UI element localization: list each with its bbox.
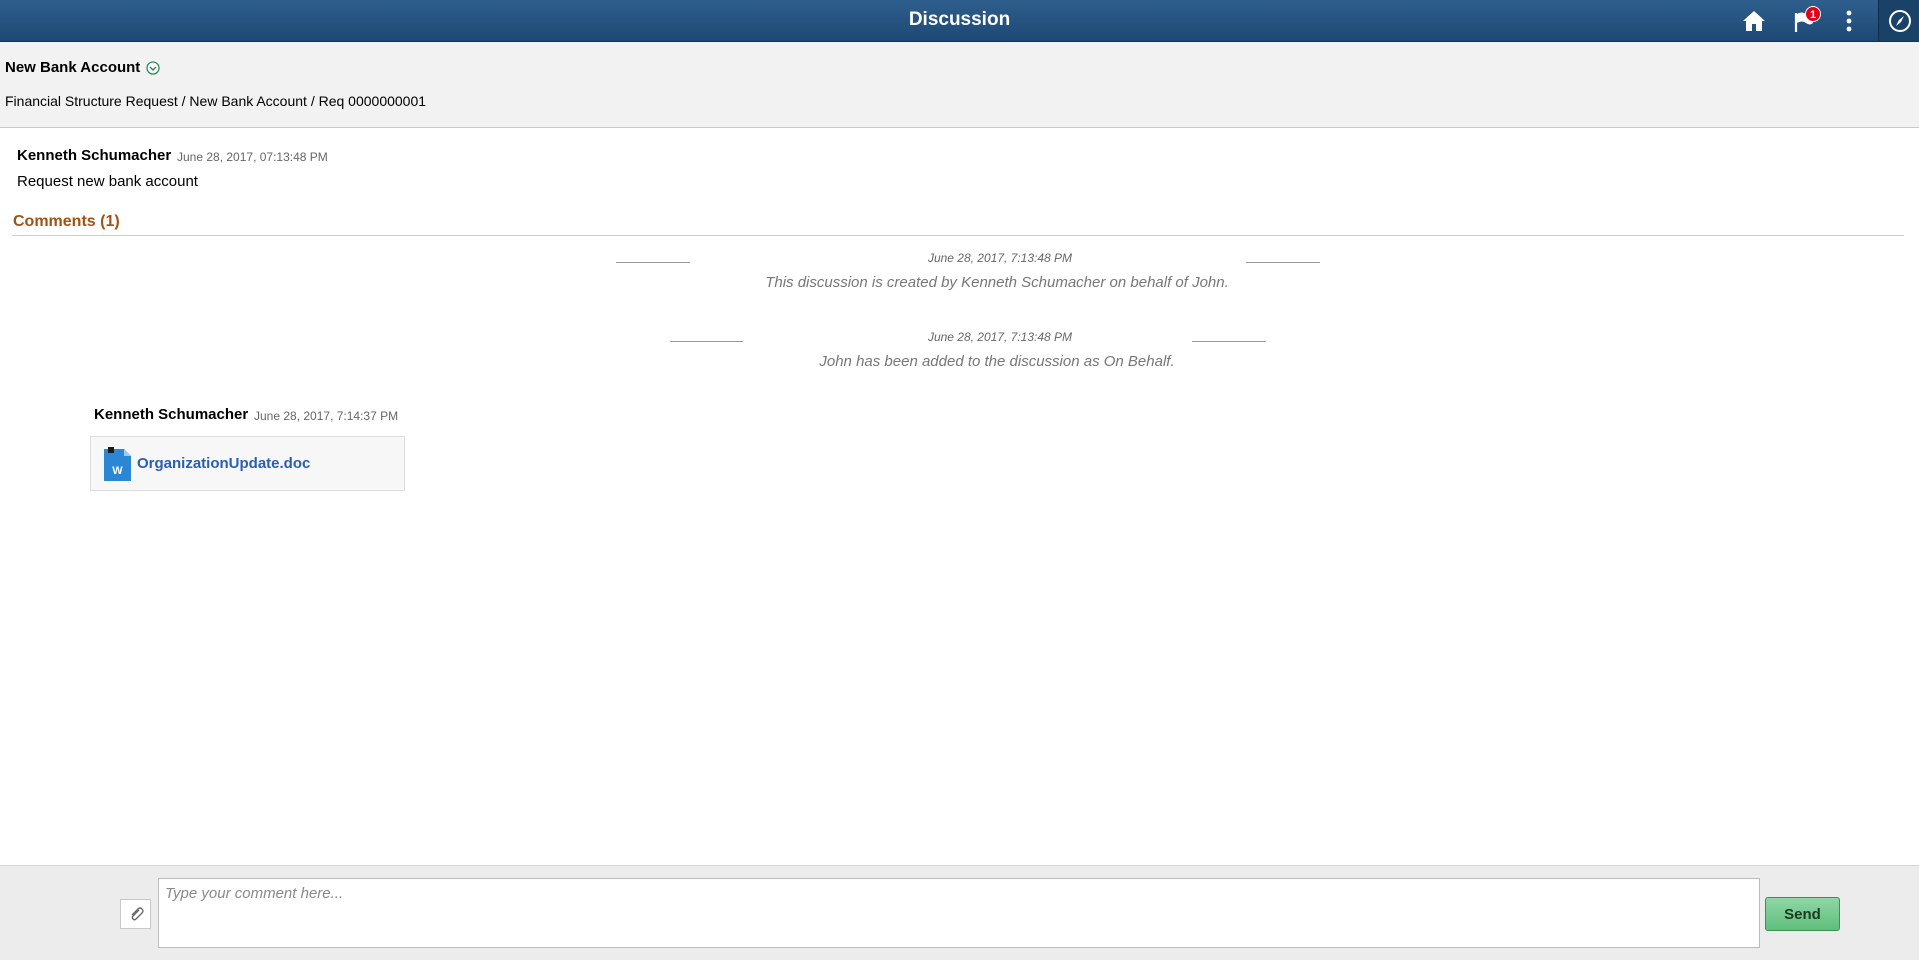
post-author: Kenneth Schumacher — [17, 147, 172, 164]
system-message-timestamp: June 28, 2017, 7:13:48 PM — [927, 330, 1073, 344]
post-timestamp: June 28, 2017, 07:13:48 PM — [177, 150, 328, 164]
transaction-info: New Bank Account Financial Structure Req… — [0, 42, 1919, 128]
breadcrumb: Financial Structure Request / New Bank A… — [5, 93, 427, 109]
send-button[interactable]: Send — [1765, 897, 1840, 931]
attachment-filename: OrganizationUpdate.doc — [137, 455, 311, 472]
transaction-title-text: New Bank Account — [5, 59, 141, 76]
system-message-text: John has been added to the discussion as… — [819, 353, 1175, 370]
more-options-button[interactable] — [1836, 0, 1862, 41]
navbar-button[interactable] — [1878, 0, 1919, 41]
system-message-text: This discussion is created by Kenneth Sc… — [765, 274, 1229, 291]
top-banner: Discussion 1 — [0, 0, 1919, 42]
word-document-icon: W — [104, 446, 131, 481]
comments-divider — [12, 235, 1904, 236]
home-button[interactable] — [1738, 0, 1770, 41]
svg-text:W: W — [112, 465, 123, 477]
more-options-icon — [1846, 10, 1852, 31]
attach-button[interactable] — [120, 899, 151, 929]
notifications-button[interactable]: 1 — [1788, 0, 1821, 41]
comment-author: Kenneth Schumacher — [94, 406, 249, 423]
page-title: Discussion — [908, 9, 1011, 30]
comment-timestamp: June 28, 2017, 7:14:37 PM — [254, 409, 399, 423]
comments-header: Comments (1) — [13, 213, 120, 230]
system-message-rule — [616, 262, 690, 263]
comment-input[interactable] — [158, 878, 1760, 948]
paperclip-icon — [131, 907, 144, 921]
home-icon — [1743, 10, 1765, 31]
navigator-icon — [1888, 9, 1911, 32]
system-message-timestamp: June 28, 2017, 7:13:48 PM — [927, 251, 1073, 265]
post-text: Request new bank account — [17, 173, 198, 190]
transaction-title[interactable]: New Bank Account — [5, 59, 160, 76]
chevron-down-icon — [146, 60, 160, 75]
notification-badge: 1 — [1805, 6, 1821, 22]
attachment-link[interactable]: W OrganizationUpdate.doc — [90, 436, 405, 491]
